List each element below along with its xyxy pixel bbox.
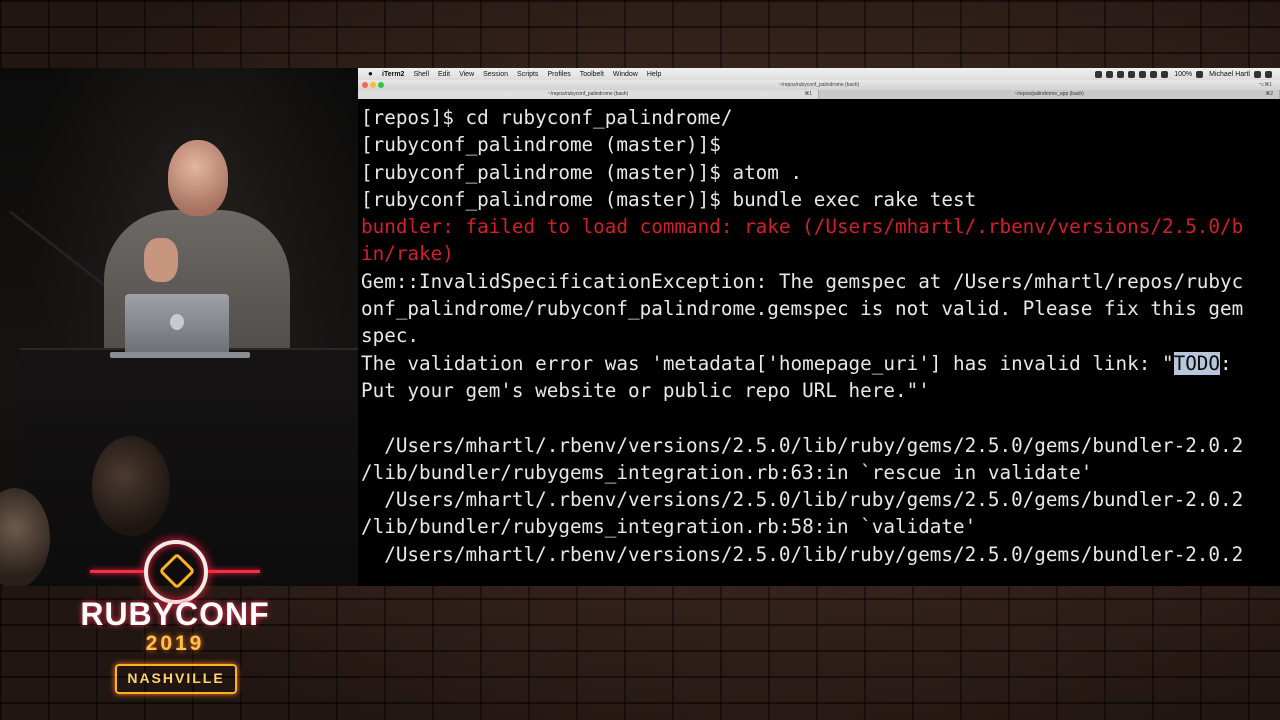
macos-menu-bar: ● iTerm2 Shell Edit View Session Scripts… <box>358 68 1280 80</box>
tab-rubyconf-palindrome[interactable]: ~/repos/rubyconf_palindrome (bash) ⌘1 <box>358 90 819 99</box>
bluetooth-icon[interactable] <box>1139 70 1147 78</box>
speaker-head <box>168 140 228 216</box>
terminal-line: [rubyconf_palindrome (master)]$ <box>361 131 1277 158</box>
terminal-line-text: [rubyconf_palindrome (master)]$ <box>361 133 721 157</box>
menu-scripts[interactable]: Scripts <box>517 71 538 78</box>
terminal-line: [rubyconf_palindrome (master)]$ bundle e… <box>361 186 1277 213</box>
laptop-base <box>110 352 250 358</box>
window-shortcut: ⌥⌘1 <box>1258 82 1272 88</box>
status-icon[interactable] <box>1106 70 1114 78</box>
terminal-line: /Users/mhartl/.rbenv/versions/2.5.0/lib/… <box>361 432 1277 459</box>
tab-palindrome-app[interactable]: ~/repos/palindrome_app (bash) ⌘2 <box>819 90 1280 99</box>
menu-profiles[interactable]: Profiles <box>547 71 570 78</box>
user-name[interactable]: Michael Hartl <box>1209 71 1250 78</box>
terminal-line-text: /Users/mhartl/.rbenv/versions/2.5.0/lib/… <box>361 542 1244 566</box>
menu-session[interactable]: Session <box>483 71 508 78</box>
battery-percent[interactable]: 100% <box>1174 71 1192 78</box>
menu-app-name[interactable]: iTerm2 <box>382 71 404 78</box>
screen-share: ● iTerm2 Shell Edit View Session Scripts… <box>358 68 1280 586</box>
logo-neon-line <box>206 570 260 573</box>
wifi-icon[interactable] <box>1150 70 1158 78</box>
terminal-line-text: /lib/bundler/rubygems_integration.rb:63:… <box>361 460 1093 484</box>
battery-icon[interactable] <box>1196 70 1204 78</box>
logo-city: NASHVILLE <box>127 670 225 686</box>
spotlight-search-icon[interactable] <box>1254 70 1261 78</box>
terminal-line-text: onf_palindrome/rubyconf_palindrome.gemsp… <box>361 297 1244 321</box>
notification-center-icon[interactable] <box>1265 70 1272 78</box>
terminal-line-text: /Users/mhartl/.rbenv/versions/2.5.0/lib/… <box>361 433 1244 457</box>
dropbox-icon[interactable] <box>1095 70 1103 78</box>
menu-window[interactable]: Window <box>613 71 638 78</box>
menu-shell[interactable]: Shell <box>413 71 429 78</box>
terminal-output[interactable]: [repos]$ cd rubyconf_palindrome/ [rubycon… <box>361 104 1277 584</box>
terminal-line: [repos]$ cd rubyconf_palindrome/ <box>361 104 1277 131</box>
terminal-line: /Users/mhartl/.rbenv/versions/2.5.0/lib/… <box>361 541 1277 568</box>
terminal-line-text: : <box>1220 351 1232 375</box>
terminal-line: /lib/bundler/rubygems_integration.rb:58:… <box>361 513 1277 540</box>
terminal-line-text: in/rake) <box>361 242 454 266</box>
terminal-error-line: bundler: failed to load command: rake (/… <box>361 213 1277 240</box>
terminal-line: /lib/bundler/rubygems_integration.rb:63:… <box>361 459 1277 486</box>
terminal-line: [rubyconf_palindrome (master)]$ atom . <box>361 159 1277 186</box>
window-titlebar: ~/repos/rubyconf_palindrome (bash) ⌥⌘1 <box>358 80 1280 90</box>
terminal-line-text: [repos]$ cd rubyconf_palindrome/ <box>361 106 733 129</box>
terminal-line: The validation error was 'metadata['home… <box>361 350 1277 377</box>
logo-city-badge: NASHVILLE <box>115 664 237 694</box>
terminal-error-line: in/rake) <box>361 240 1277 267</box>
logo-neon-line <box>90 570 144 573</box>
speaker-hand <box>144 238 178 282</box>
terminal-line: Put your gem's website or public repo UR… <box>361 377 1277 404</box>
terminal-line-text: /Users/mhartl/.rbenv/versions/2.5.0/lib/… <box>361 488 1244 512</box>
terminal-line-text: bundler: failed to load command: rake (/… <box>361 215 1244 239</box>
terminal-line-text: [rubyconf_palindrome (master)]$ bundle e… <box>361 187 977 211</box>
terminal-line: /Users/mhartl/.rbenv/versions/2.5.0/lib/… <box>361 486 1277 513</box>
audience-member <box>92 436 170 536</box>
tab-shortcut: ⌘2 <box>1265 91 1273 97</box>
terminal-line: Gem::InvalidSpecificationException: The … <box>361 268 1277 295</box>
speaker-video-feed <box>0 68 358 586</box>
terminal-line-text: spec. <box>361 324 420 348</box>
terminal-line-text: /lib/bundler/rubygems_integration.rb:58:… <box>361 515 977 539</box>
laptop <box>125 294 229 352</box>
logo-year: 2019 <box>145 632 205 655</box>
terminal-line: onf_palindrome/rubyconf_palindrome.gemsp… <box>361 295 1277 322</box>
menu-view[interactable]: View <box>459 71 474 78</box>
selected-text-highlight: TODO <box>1173 351 1221 375</box>
tab-label: ~/repos/palindrome_app (bash) <box>1014 91 1084 97</box>
tab-label: ~/repos/rubyconf_palindrome (bash) <box>547 91 629 97</box>
menu-toolbelt[interactable]: Toolbelt <box>580 71 604 78</box>
menu-edit[interactable]: Edit <box>438 71 450 78</box>
terminal-tab-bar: ~/repos/rubyconf_palindrome (bash) ⌘1 ~/… <box>358 90 1280 99</box>
terminal-line-text: Gem::InvalidSpecificationException: The … <box>361 269 1244 293</box>
terminal-line-text: The validation error was 'metadata['home… <box>361 351 1174 375</box>
conference-logo: RUBYCONF 2019 NASHVILLE <box>70 540 280 700</box>
apple-logo-icon <box>170 314 184 330</box>
logo-title: RUBYCONF <box>80 596 270 632</box>
status-icon[interactable] <box>1117 70 1125 78</box>
volume-icon[interactable] <box>1161 70 1169 78</box>
terminal-line-text: [rubyconf_palindrome (master)]$ atom . <box>361 160 803 184</box>
apple-menu-icon[interactable]: ● <box>368 70 376 78</box>
window-title: ~/repos/rubyconf_palindrome (bash) <box>778 82 860 88</box>
status-icon[interactable] <box>1128 70 1136 78</box>
menu-bar-status-area: 100% Michael Hartl <box>1091 70 1280 78</box>
terminal-line: spec. <box>361 322 1277 349</box>
menu-help[interactable]: Help <box>647 71 661 78</box>
tab-shortcut: ⌘1 <box>804 91 812 97</box>
terminal-line-text: Put your gem's website or public repo UR… <box>361 378 930 402</box>
